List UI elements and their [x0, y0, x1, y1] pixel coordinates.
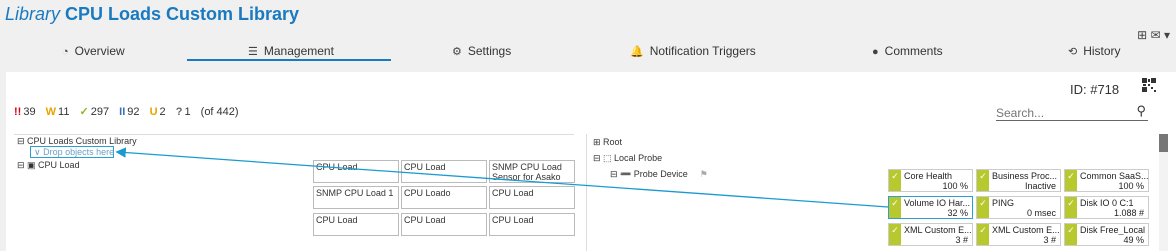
- sensor-tile[interactable]: ✓ Disk IO 0 C:1 1.088 #: [1064, 196, 1149, 219]
- check-icon: ✓: [79, 106, 89, 118]
- check-icon: ✓: [889, 170, 901, 191]
- sensor-tile[interactable]: ✓ XML Custom E... 3 #: [888, 223, 973, 246]
- down-icon: !!: [14, 106, 22, 118]
- object-id: ID: #718: [1070, 82, 1120, 97]
- comment-icon: ●: [872, 46, 879, 58]
- sensor-tile[interactable]: ✓ Business Proc... Inactive: [976, 169, 1061, 192]
- check-icon: ✓: [1065, 170, 1077, 191]
- check-icon: ✓: [1065, 224, 1077, 245]
- sensor-tile[interactable]: ✓ XML Custom E... 3 #: [976, 223, 1061, 246]
- sensor-tile[interactable]: ✓ Core Health 100 %: [888, 169, 973, 192]
- probe-icon: ⊟ ⬚: [593, 153, 615, 163]
- check-icon: ✓: [977, 224, 989, 245]
- sensor-tile[interactable]: ✓ Common SaaS... 100 %: [1064, 169, 1149, 192]
- status-summary: !! 39 W 11 ✓ 297 II 92 U2 ? 1 (of 442): [14, 105, 239, 118]
- root-icon: ⊞: [593, 137, 604, 147]
- stat-paused[interactable]: II 92: [119, 106, 139, 118]
- library-sensor-box[interactable]: CPU Loado: [401, 186, 487, 209]
- active-tab-indicator: [187, 59, 391, 61]
- search-box: ⚲: [996, 103, 1148, 121]
- sliders-icon: ☰: [248, 46, 258, 58]
- stat-unknown[interactable]: ? 1: [176, 106, 191, 118]
- library-sensor-box[interactable]: CPU Load: [401, 213, 487, 236]
- stat-down[interactable]: !! 39: [14, 106, 36, 118]
- title-name: CPU Loads Custom Library: [65, 4, 300, 24]
- library-sensor-box[interactable]: CPU Load: [489, 213, 575, 236]
- qr-code-icon[interactable]: [1142, 78, 1156, 92]
- library-group-node[interactable]: ⊟ ▣ CPU Load: [17, 160, 80, 171]
- library-sensor-box[interactable]: CPU Load: [313, 160, 399, 183]
- title-prefix: Library: [5, 4, 61, 24]
- device-icon: ⊟ ➖: [610, 169, 634, 179]
- gauge-icon: ◔: [62, 46, 69, 58]
- pause-icon: II: [119, 106, 126, 118]
- search-icon[interactable]: ⚲: [1136, 103, 1146, 119]
- tab-history[interactable]: ⟲ History: [1068, 44, 1121, 58]
- tab-management[interactable]: ☰ Management: [248, 44, 334, 58]
- gear-icon: ⚙: [452, 46, 462, 58]
- search-input[interactable]: [996, 106, 1121, 120]
- device-node[interactable]: ⊟ ➖ Probe Device ⚑: [610, 169, 708, 180]
- scrollbar-thumb[interactable]: [1159, 134, 1168, 152]
- check-icon: ✓: [889, 197, 901, 218]
- sensor-tile-selected[interactable]: ✓ Volume IO Har... 32 %: [888, 196, 973, 219]
- check-icon: ✓: [1065, 197, 1077, 218]
- sensor-tile[interactable]: ✓ PING 0 msec: [976, 196, 1061, 219]
- history-icon: ⟲: [1068, 46, 1078, 58]
- library-sensor-box[interactable]: CPU Load: [313, 213, 399, 236]
- library-sensor-box[interactable]: CPU Load: [489, 186, 575, 209]
- library-icon: ⊟: [17, 136, 28, 146]
- tab-overview[interactable]: ◔ Overview: [62, 44, 125, 58]
- stat-up[interactable]: ✓ 297: [80, 106, 110, 118]
- tab-bar: ◔ Overview ☰ Management ⚙ Settings 🔔 Notific…: [0, 40, 1176, 64]
- stat-total: (of 442): [200, 106, 239, 118]
- flag-icon: ⚑: [699, 169, 708, 179]
- check-icon: ✓: [977, 197, 989, 218]
- library-sensor-box[interactable]: SNMP CPU Load 1: [313, 186, 399, 209]
- group-icon: ⊟ ▣: [17, 160, 39, 170]
- unknown-icon: ?: [175, 106, 183, 118]
- warning-icon: W: [45, 106, 57, 118]
- page-title: Library CPU Loads Custom Library: [5, 4, 299, 25]
- check-icon: ✓: [977, 170, 989, 191]
- drop-zone[interactable]: ∨ Drop objects here: [30, 146, 114, 158]
- tab-settings[interactable]: ⚙ Settings: [452, 44, 511, 58]
- tab-notification-triggers[interactable]: 🔔 Notification Triggers: [630, 44, 756, 58]
- bell-icon: 🔔: [630, 46, 644, 58]
- stat-unusual[interactable]: U2: [150, 106, 166, 118]
- unusual-icon: U: [149, 106, 158, 118]
- probe-node[interactable]: ⊟ ⬚ Local Probe: [593, 153, 662, 164]
- tab-comments[interactable]: ● Comments: [872, 44, 943, 58]
- library-sensor-box[interactable]: SNMP CPU Load Sensor for Asako: [489, 160, 575, 183]
- check-icon: ✓: [889, 224, 901, 245]
- stat-warning[interactable]: W 11: [46, 106, 70, 118]
- root-node[interactable]: ⊞ Root: [593, 137, 622, 148]
- sensor-tile[interactable]: ✓ Disk Free_Local 49 %: [1064, 223, 1149, 246]
- library-sensor-box[interactable]: CPU Load: [401, 160, 487, 183]
